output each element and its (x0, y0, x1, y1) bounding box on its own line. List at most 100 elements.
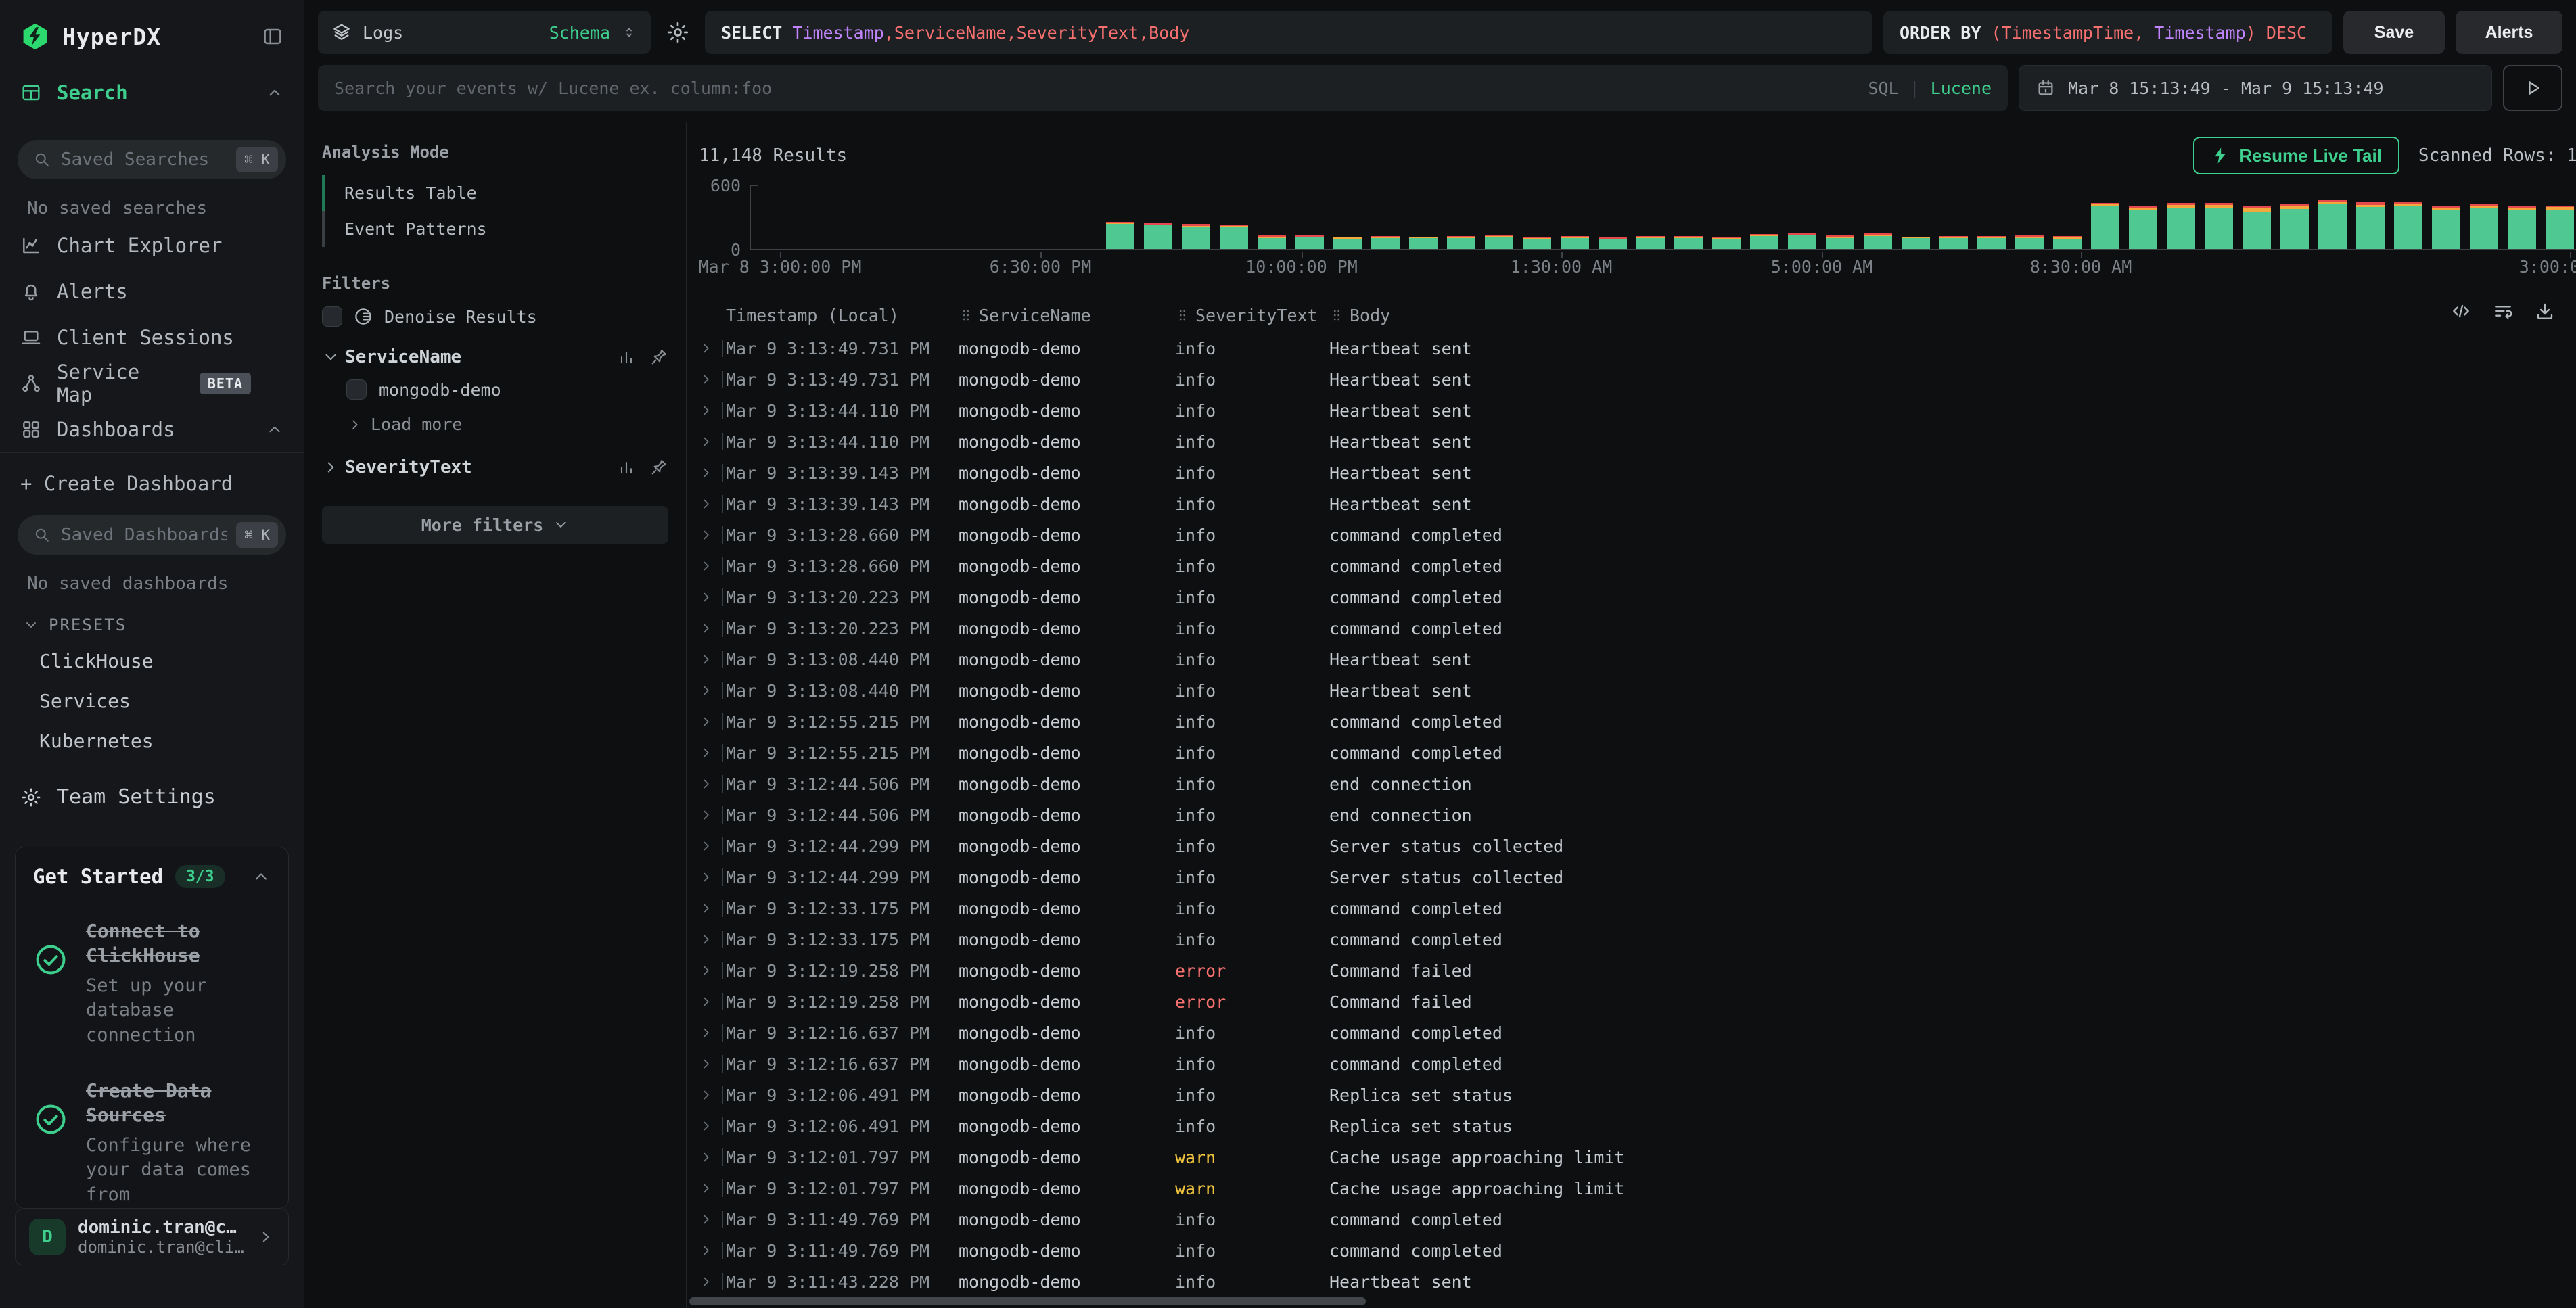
expand-row-icon[interactable] (699, 745, 714, 760)
chart-bar[interactable] (2546, 206, 2574, 249)
chart-bar[interactable] (1295, 235, 1324, 249)
chart-facet-icon[interactable] (617, 348, 636, 367)
presets-toggle[interactable]: PRESETS (0, 598, 304, 641)
table-row[interactable]: Mar 9 3:12:44.506 PM mongodb-demo info e… (699, 799, 2576, 831)
table-row[interactable]: Mar 9 3:12:16.637 PM mongodb-demo info c… (699, 1017, 2576, 1048)
expand-row-icon[interactable] (699, 839, 714, 854)
horizontal-scrollbar-thumb[interactable] (689, 1297, 1366, 1305)
code-view-icon[interactable] (2450, 300, 2472, 322)
run-query-button[interactable] (2503, 65, 2562, 111)
expand-row-icon[interactable] (699, 1150, 714, 1165)
chart-bar[interactable] (2205, 203, 2233, 249)
sidebar-nav-item[interactable]: Alerts (0, 268, 304, 314)
chart-bar[interactable] (2242, 206, 2271, 249)
chart-bar[interactable] (1864, 233, 1892, 249)
sidebar-nav-item[interactable]: Client Sessions (0, 314, 304, 360)
alerts-button[interactable]: Alerts (2456, 11, 2562, 54)
expand-row-icon[interactable] (699, 621, 714, 636)
table-row[interactable]: Mar 9 3:13:20.223 PM mongodb-demo info c… (699, 582, 2576, 613)
expand-row-icon[interactable] (699, 994, 714, 1009)
table-row[interactable]: Mar 9 3:12:44.299 PM mongodb-demo info S… (699, 862, 2576, 893)
preset-item[interactable]: Kubernetes (0, 721, 304, 761)
chart-bar[interactable] (1485, 235, 1513, 249)
expand-row-icon[interactable] (699, 559, 714, 574)
chart-bar[interactable] (1598, 237, 1627, 249)
resume-live-tail-button[interactable]: Resume Live Tail (2193, 137, 2399, 174)
table-row[interactable]: Mar 9 3:12:33.175 PM mongodb-demo info c… (699, 893, 2576, 924)
expand-row-icon[interactable] (699, 465, 714, 480)
table-row[interactable]: Mar 9 3:13:39.143 PM mongodb-demo info H… (699, 457, 2576, 488)
expand-row-icon[interactable] (699, 1088, 714, 1102)
sidebar-nav-item[interactable]: Service Map BETA (0, 360, 304, 406)
chart-bar[interactable] (1977, 236, 2006, 249)
filter-option-checkbox[interactable] (346, 379, 367, 400)
filter-option-mongodb-demo[interactable]: mongodb-demo (322, 371, 668, 408)
column-header-body[interactable]: Body (1329, 306, 2576, 325)
chart-bar[interactable] (2091, 203, 2119, 249)
table-row[interactable]: Mar 9 3:13:20.223 PM mongodb-demo info c… (699, 613, 2576, 644)
wrap-lines-icon[interactable] (2492, 300, 2514, 322)
drag-handle-icon[interactable] (1329, 308, 1344, 323)
table-row[interactable]: Mar 9 3:11:49.769 PM mongodb-demo info c… (699, 1235, 2576, 1266)
chart-bar[interactable] (2129, 206, 2157, 249)
chart-bar[interactable] (1258, 235, 1286, 249)
create-dashboard-button[interactable]: + Create Dashboard (0, 453, 304, 498)
table-row[interactable]: Mar 9 3:12:01.797 PM mongodb-demo warn C… (699, 1173, 2576, 1204)
column-header-servicename[interactable]: ServiceName (959, 306, 1175, 325)
histogram-plot-area[interactable] (750, 185, 2576, 250)
save-button[interactable]: Save (2343, 11, 2445, 54)
date-range-picker[interactable]: Mar 8 15:13:49 - Mar 9 15:13:49 (2019, 65, 2492, 111)
chevron-up-icon[interactable] (252, 867, 271, 886)
get-started-item[interactable]: Connect to ClickHouse Set up your databa… (33, 919, 271, 1048)
table-row[interactable]: Mar 9 3:12:06.491 PM mongodb-demo info R… (699, 1111, 2576, 1142)
chart-bar[interactable] (1523, 237, 1551, 249)
expand-row-icon[interactable] (699, 683, 714, 698)
select-clause-input[interactable]: SELECT Timestamp,ServiceName,SeverityTex… (705, 11, 1872, 54)
chart-bar[interactable] (1447, 236, 1475, 249)
expand-row-icon[interactable] (699, 528, 714, 542)
download-icon[interactable] (2534, 300, 2556, 322)
chart-bar[interactable] (1409, 237, 1438, 249)
expand-row-icon[interactable] (699, 1119, 714, 1134)
drag-handle-icon[interactable] (1175, 308, 1190, 323)
order-by-input[interactable]: ORDER BY (TimestampTime, Timestamp) DESC (1883, 11, 2332, 54)
chart-bar[interactable] (1220, 225, 1248, 249)
expand-row-icon[interactable] (699, 403, 714, 418)
table-row[interactable]: Mar 9 3:13:08.440 PM mongodb-demo info H… (699, 675, 2576, 706)
chart-bar[interactable] (1636, 236, 1665, 249)
sidebar-item-team-settings[interactable]: Team Settings (0, 761, 304, 833)
query-language-toggle[interactable]: SQL | Lucene (1868, 78, 1992, 98)
sidebar-item-search[interactable]: Search (0, 64, 304, 122)
chart-facet-icon[interactable] (617, 458, 636, 477)
expand-row-icon[interactable] (699, 1056, 714, 1071)
expand-row-icon[interactable] (699, 1181, 714, 1196)
event-search-input[interactable] (334, 78, 1853, 98)
column-header-severitytext[interactable]: SeverityText (1175, 306, 1329, 325)
chart-bar[interactable] (2318, 200, 2347, 249)
column-header-timestamp[interactable]: Timestamp (Local) (726, 306, 959, 325)
saved-dashboards-input[interactable] (61, 525, 227, 545)
chart-bar[interactable] (2280, 204, 2309, 249)
denoise-checkbox[interactable] (322, 306, 342, 327)
table-row[interactable]: Mar 9 3:13:44.110 PM mongodb-demo info H… (699, 426, 2576, 457)
expand-row-icon[interactable] (699, 963, 714, 978)
preset-item[interactable]: ClickHouse (0, 641, 304, 681)
table-row[interactable]: Mar 9 3:12:01.797 PM mongodb-demo warn C… (699, 1142, 2576, 1173)
mode-results-table[interactable]: Results Table (322, 175, 668, 211)
table-row[interactable]: Mar 9 3:12:19.258 PM mongodb-demo error … (699, 986, 2576, 1017)
chart-bar[interactable] (1788, 233, 1816, 249)
filter-group-servicename[interactable]: ServiceName (322, 347, 668, 367)
table-row[interactable]: Mar 9 3:11:49.769 PM mongodb-demo info c… (699, 1204, 2576, 1235)
chart-bar[interactable] (2015, 235, 2044, 249)
sidebar-nav-item[interactable]: Dashboards (0, 406, 304, 452)
chart-bar[interactable] (1561, 236, 1589, 249)
sidebar-nav-item[interactable]: Chart Explorer (0, 223, 304, 268)
table-row[interactable]: Mar 9 3:12:06.491 PM mongodb-demo info R… (699, 1079, 2576, 1111)
lucene-toggle[interactable]: Lucene (1931, 78, 1992, 98)
expand-row-icon[interactable] (699, 870, 714, 885)
get-started-item[interactable]: Create Data Sources Configure where your… (33, 1079, 271, 1207)
expand-row-icon[interactable] (699, 341, 714, 356)
table-row[interactable]: Mar 9 3:13:08.440 PM mongodb-demo info H… (699, 644, 2576, 675)
events-histogram[interactable]: Mar 8 3:00:00 PM6:30:00 PM10:00:00 PM1:3… (699, 185, 2576, 275)
chevron-up-icon[interactable] (266, 84, 283, 101)
